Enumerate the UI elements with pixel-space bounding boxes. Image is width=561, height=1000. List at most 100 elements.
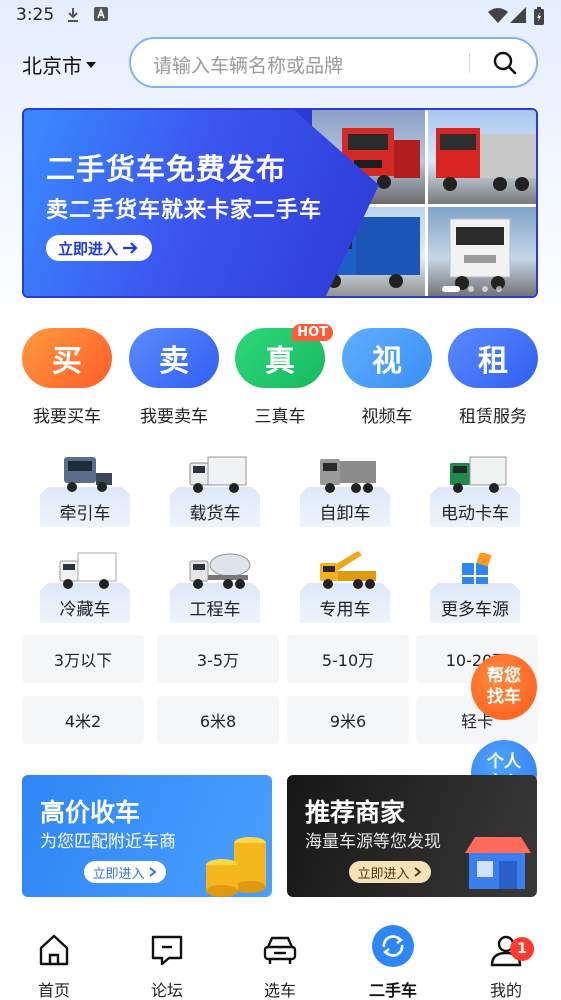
chevron-right-icon	[413, 867, 421, 877]
quick-entry-verified[interactable]: 真 HOT 三真车	[234, 324, 333, 427]
quick-entry-sell[interactable]: 卖 我要卖车	[128, 328, 220, 427]
promo-card-merchants[interactable]: 推荐商家 海量车源等您发现 立即进入	[287, 775, 537, 897]
nav-used-car[interactable]: 二手车	[353, 925, 433, 1000]
nav-label: 论坛	[150, 981, 183, 1000]
vehicle-type-more[interactable]: 更多车源	[420, 543, 530, 623]
more-grid-icon	[462, 553, 492, 584]
price-filter-chip[interactable]: 5-10万	[287, 635, 409, 683]
vehicle-type-refrigerated[interactable]: 冷藏车	[30, 543, 140, 623]
float-line: 帮您	[487, 666, 521, 686]
quick-entry-label: 三真车	[254, 407, 306, 427]
cargo-truck-icon	[189, 456, 247, 493]
nav-profile[interactable]: 我的 1	[466, 925, 546, 1000]
promo-enter-button[interactable]: 立即进入	[349, 861, 431, 883]
search-icon[interactable]	[493, 51, 517, 75]
used-car-icon	[353, 925, 433, 967]
electric-truck-icon	[450, 456, 507, 493]
gold-coins-icon	[206, 837, 266, 897]
tractor-truck-icon	[64, 457, 112, 492]
promo-subtitle: 为您匹配附近车商	[40, 832, 176, 852]
promo-subtitle: 海量车源等您发现	[305, 832, 441, 852]
profile-icon	[466, 925, 546, 967]
quick-entry-label: 我要卖车	[140, 407, 208, 427]
quick-entry-label: 视频车	[361, 407, 413, 427]
search-input[interactable]: 请输入车辆名称或品牌	[153, 51, 343, 78]
mixer-truck-icon	[189, 553, 251, 589]
banner-enter-button[interactable]: 立即进入	[46, 235, 152, 261]
pagination-dot	[496, 286, 502, 292]
refrigerated-truck-icon	[59, 552, 117, 589]
nav-home[interactable]: 首页	[14, 925, 94, 1000]
caret-down-icon	[86, 61, 96, 68]
promo-card-buyback[interactable]: 高价收车 为您匹配附近车商 立即进入	[22, 775, 272, 897]
hot-badge: HOT	[292, 324, 333, 341]
promo-banner[interactable]: 二手货车免费发布 卖二手货车就来卡家二手车 立即进入	[22, 108, 538, 298]
arrow-right-icon	[123, 242, 138, 254]
vehicle-type-label: 工程车	[189, 600, 241, 620]
vehicle-type-label: 电动卡车	[441, 504, 509, 524]
nav-forum[interactable]: 论坛	[127, 925, 207, 1000]
vehicle-type-cargo[interactable]: 载货车	[160, 447, 270, 527]
dump-truck-icon	[320, 459, 376, 493]
signal-icon	[510, 7, 526, 23]
city-selector[interactable]: 北京市	[22, 50, 96, 79]
pagination-dot	[482, 286, 488, 292]
quick-entry-video[interactable]: 视 视频车	[341, 328, 433, 427]
nav-label: 二手车	[368, 981, 417, 1000]
truck-photo	[427, 206, 536, 296]
bottom-navigation: 首页 论坛 选车 二手车 我的 1	[0, 925, 561, 1000]
size-filter-chip[interactable]: 9米6	[287, 696, 409, 744]
status-bar: 3:25	[0, 0, 561, 30]
vehicle-type-special[interactable]: 专用车	[290, 543, 400, 623]
crane-truck-icon	[320, 551, 376, 589]
buy-icon: 买	[22, 328, 112, 388]
banner-title: 二手货车免费发布	[46, 152, 287, 186]
promo-button-label: 立即进入	[92, 866, 145, 882]
red-truck-image	[435, 128, 536, 191]
chevron-right-icon	[148, 867, 156, 877]
promo-enter-button[interactable]: 立即进入	[84, 861, 166, 883]
promo-button-label: 立即进入	[357, 866, 410, 882]
video-icon: 视	[342, 328, 432, 388]
float-line: 找车	[487, 687, 521, 707]
price-filter-chip[interactable]: 3万以下	[22, 635, 144, 683]
vehicle-type-electric[interactable]: 电动卡车	[420, 447, 530, 527]
quick-entry-label: 我要买车	[33, 407, 101, 427]
vehicle-type-dump[interactable]: 自卸车	[290, 447, 400, 527]
rental-icon: 租	[448, 328, 538, 388]
vehicle-type-label: 更多车源	[441, 600, 509, 620]
app-notification-icon	[94, 7, 108, 21]
home-icon	[14, 925, 94, 967]
banner-subtitle: 卖二手货车就来卡家二手车	[46, 198, 323, 223]
promo-title: 推荐商家	[305, 798, 406, 827]
nav-select-car[interactable]: 选车	[240, 925, 320, 1000]
vehicle-type-engineering[interactable]: 工程车	[160, 543, 270, 623]
pagination-dot	[468, 286, 474, 292]
quick-entry-label: 租赁服务	[459, 407, 527, 427]
quick-entry-buy[interactable]: 买 我要买车	[21, 328, 113, 427]
vehicle-type-label: 牵引车	[59, 504, 111, 524]
pagination-dot-active	[442, 286, 460, 292]
vehicle-type-tractor[interactable]: 牵引车	[30, 447, 140, 527]
wifi-icon	[488, 8, 508, 23]
search-bar[interactable]: 请输入车辆名称或品牌	[129, 37, 538, 88]
truck-photo	[427, 110, 536, 204]
battery-icon	[534, 7, 544, 25]
vehicle-type-label: 自卸车	[319, 504, 371, 524]
notification-badge: 1	[510, 937, 534, 961]
quick-entry-rental[interactable]: 租 租赁服务	[447, 328, 539, 427]
verified-char: 真	[265, 344, 295, 379]
banner-button-label: 立即进入	[58, 239, 119, 258]
float-line: 个人	[487, 752, 521, 772]
price-filter-chip[interactable]: 3-5万	[157, 635, 279, 683]
vehicle-type-label: 载货车	[189, 504, 241, 524]
white-truck-image	[449, 218, 510, 290]
size-filter-chip[interactable]: 4米2	[22, 696, 144, 744]
status-time: 3:25	[16, 5, 55, 25]
city-label: 北京市	[22, 54, 82, 78]
vehicle-type-label: 专用车	[319, 600, 371, 620]
nav-label: 选车	[263, 981, 296, 1000]
find-car-float-button[interactable]: 帮您 找车	[471, 654, 537, 720]
size-filter-chip[interactable]: 6米8	[157, 696, 279, 744]
sell-icon: 卖	[129, 328, 219, 388]
